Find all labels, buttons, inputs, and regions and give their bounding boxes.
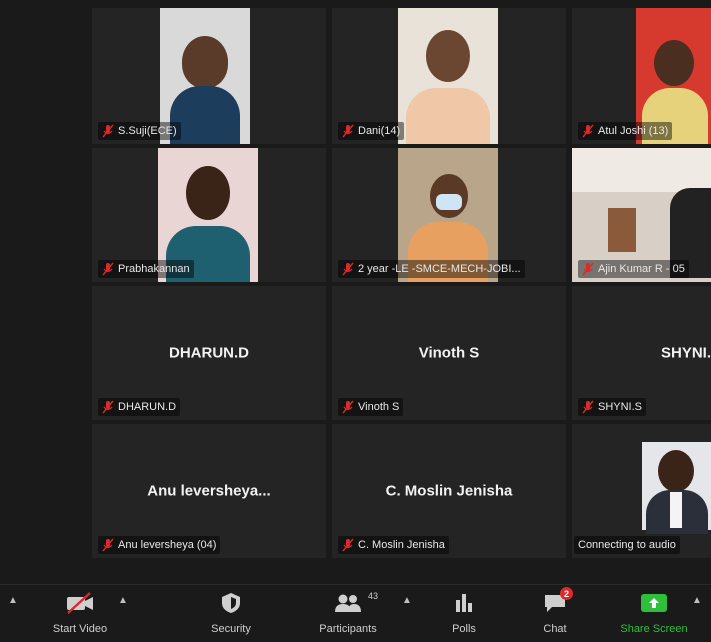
video-gallery: S.Suji(ECE) Dani(14) Atul Joshi (13) Pra… bbox=[0, 0, 711, 584]
mic-muted-icon bbox=[582, 124, 594, 138]
person-silhouette bbox=[186, 166, 230, 220]
meeting-toolbar: ▲ Start Video ▲ Security 43 Participants… bbox=[0, 584, 711, 642]
participants-button[interactable]: 43 Participants bbox=[308, 589, 388, 639]
start-video-button[interactable]: Start Video bbox=[40, 589, 120, 639]
participant-name: 2 year -LE -SMCE-MECH-JOBI... bbox=[358, 263, 521, 275]
participant-tile[interactable]: Atul Joshi (13) bbox=[572, 8, 711, 144]
mic-muted-icon bbox=[342, 538, 354, 552]
participant-display-name: Vinoth S bbox=[418, 344, 480, 362]
participant-tile[interactable]: Connecting to audio bbox=[572, 424, 711, 558]
participant-name: Atul Joshi (13) bbox=[598, 125, 669, 137]
participant-name-label: Connecting to audio bbox=[574, 536, 680, 554]
mic-muted-icon bbox=[582, 400, 594, 414]
participant-name: Dani(14) bbox=[358, 125, 401, 137]
start-video-label: Start Video bbox=[52, 623, 108, 635]
chat-bubble-icon: 2 bbox=[543, 587, 573, 617]
participant-name-label: Anu leversheya (04) bbox=[98, 536, 221, 554]
participant-name: DHARUN.D bbox=[118, 401, 177, 413]
participant-tile[interactable]: C. Moslin Jenisha C. Moslin Jenisha bbox=[332, 424, 566, 558]
participant-tile[interactable]: Vinoth S Vinoth S bbox=[332, 286, 566, 420]
participant-name: Ajin Kumar R - 05 bbox=[598, 263, 685, 275]
participant-tile[interactable]: Ajin Kumar R - 05 bbox=[572, 148, 711, 282]
participants-count: 43 bbox=[367, 591, 378, 601]
participant-tile[interactable]: Dani(14) bbox=[332, 8, 566, 144]
room-door bbox=[608, 208, 636, 252]
chat-badge: 2 bbox=[560, 587, 573, 600]
face-mask bbox=[436, 194, 462, 210]
participant-tile[interactable]: S.Suji(ECE) bbox=[92, 8, 326, 144]
mic-muted-icon bbox=[102, 262, 114, 276]
participant-display-name: DHARUN.D bbox=[169, 344, 249, 362]
participant-tile[interactable]: Prabhakannan bbox=[92, 148, 326, 282]
participant-name: Anu leversheya (04) bbox=[118, 539, 217, 551]
participant-tile[interactable]: Anu leversheya... Anu leversheya (04) bbox=[92, 424, 326, 558]
chat-button[interactable]: 2 Chat bbox=[528, 587, 582, 639]
chevron-up-icon[interactable]: ▲ bbox=[402, 595, 412, 606]
bar-chart-icon bbox=[454, 589, 474, 617]
security-label: Security bbox=[211, 623, 251, 635]
participant-name: Connecting to audio bbox=[578, 539, 676, 551]
participant-name: SHYNI.S bbox=[598, 401, 643, 413]
mic-muted-icon bbox=[342, 400, 354, 414]
participant-display-name: Anu leversheya... bbox=[147, 482, 271, 500]
participant-video bbox=[398, 8, 498, 144]
participants-icon: 43 bbox=[334, 589, 378, 617]
person-silhouette bbox=[658, 450, 694, 492]
participant-name: Prabhakannan bbox=[118, 263, 190, 275]
mic-muted-icon bbox=[582, 262, 594, 276]
participant-tile[interactable]: DHARUN.D DHARUN.D bbox=[92, 286, 326, 420]
participant-name: S.Suji(ECE) bbox=[118, 125, 177, 137]
participants-label: Participants bbox=[319, 623, 377, 635]
share-screen-icon bbox=[640, 589, 668, 617]
mic-muted-icon bbox=[102, 400, 114, 414]
shield-icon bbox=[220, 589, 242, 617]
room-ceiling bbox=[572, 148, 711, 192]
share-screen-button[interactable]: Share Screen bbox=[608, 589, 700, 639]
shirt-collar bbox=[670, 492, 682, 528]
person-silhouette bbox=[182, 36, 228, 88]
participant-name-label: Ajin Kumar R - 05 bbox=[578, 260, 689, 278]
participant-name-label: Prabhakannan bbox=[98, 260, 194, 278]
share-screen-label: Share Screen bbox=[620, 623, 688, 635]
participant-name-label: SHYNI.S bbox=[578, 398, 647, 416]
participant-name-label: Atul Joshi (13) bbox=[578, 122, 673, 140]
participant-display-name: SHYNI. bbox=[660, 344, 711, 362]
polls-button[interactable]: Polls bbox=[436, 589, 492, 639]
participant-name-label: Dani(14) bbox=[338, 122, 405, 140]
participant-name-label: S.Suji(ECE) bbox=[98, 122, 181, 140]
mic-muted-icon bbox=[102, 124, 114, 138]
participant-name-label: 2 year -LE -SMCE-MECH-JOBI... bbox=[338, 260, 525, 278]
participant-name-label: Vinoth S bbox=[338, 398, 404, 416]
chat-label: Chat bbox=[543, 623, 567, 635]
person-silhouette bbox=[654, 40, 694, 86]
chevron-up-icon[interactable]: ▲ bbox=[118, 595, 128, 606]
participant-name: Vinoth S bbox=[358, 401, 400, 413]
participant-display-name: C. Moslin Jenisha bbox=[385, 482, 513, 500]
person-silhouette bbox=[426, 30, 470, 82]
chevron-up-icon[interactable]: ▲ bbox=[8, 595, 18, 606]
video-off-icon bbox=[65, 589, 95, 617]
participant-name-label: C. Moslin Jenisha bbox=[338, 536, 449, 554]
chevron-up-icon[interactable]: ▲ bbox=[692, 595, 702, 606]
security-button[interactable]: Security bbox=[196, 589, 266, 639]
mic-muted-icon bbox=[342, 262, 354, 276]
person-shirt bbox=[406, 88, 490, 144]
participant-tile[interactable]: SHYNI. SHYNI.S bbox=[572, 286, 711, 420]
mic-muted-icon bbox=[342, 124, 354, 138]
participant-video bbox=[642, 442, 711, 534]
mic-muted-icon bbox=[102, 538, 114, 552]
polls-label: Polls bbox=[452, 623, 476, 635]
participant-name: C. Moslin Jenisha bbox=[358, 539, 445, 551]
participant-name-label: DHARUN.D bbox=[98, 398, 181, 416]
participant-tile[interactable]: 2 year -LE -SMCE-MECH-JOBI... bbox=[332, 148, 566, 282]
